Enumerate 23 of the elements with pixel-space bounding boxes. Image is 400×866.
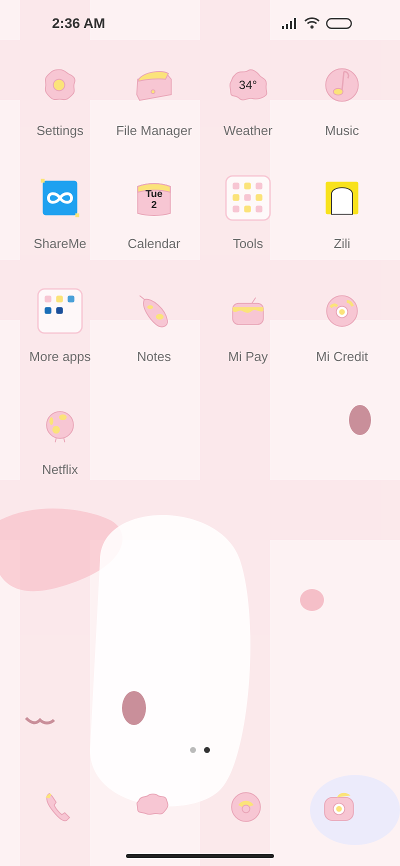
- icon-text: 34°: [238, 80, 258, 94]
- app-shortcut[interactable]: Tue 2 Calendar: [107, 171, 201, 284]
- app-shortcut[interactable]: Settings: [13, 58, 107, 171]
- app-shortcut[interactable]: Mi Credit: [295, 284, 389, 397]
- app-shortcut[interactable]: Music: [295, 58, 389, 171]
- signal-icon: [282, 18, 298, 28]
- app-shortcut[interactable]: ShareMe: [13, 171, 107, 284]
- folder-icon: [225, 175, 271, 221]
- icon-text: 2: [151, 200, 157, 211]
- status-time: 2:36 AM: [52, 15, 106, 31]
- app-shortcut[interactable]: 34° Weather: [201, 58, 295, 171]
- battery-icon: [326, 18, 352, 28]
- app-shortcut[interactable]: Notes: [107, 284, 201, 397]
- wifi-icon: [304, 17, 320, 29]
- app-shortcut[interactable]: Netflix: [13, 397, 107, 510]
- folder-icon: [37, 288, 83, 334]
- app-shortcut[interactable]: More apps: [13, 284, 107, 397]
- app-shortcut[interactable]: Zili: [295, 171, 389, 284]
- home-indicator[interactable]: [126, 854, 274, 858]
- app-shortcut[interactable]: Mi Pay: [201, 284, 295, 397]
- app-shortcut[interactable]: File Manager: [107, 58, 201, 171]
- app-shortcut[interactable]: Tools: [201, 171, 295, 284]
- icon-text: Tue: [145, 189, 163, 200]
